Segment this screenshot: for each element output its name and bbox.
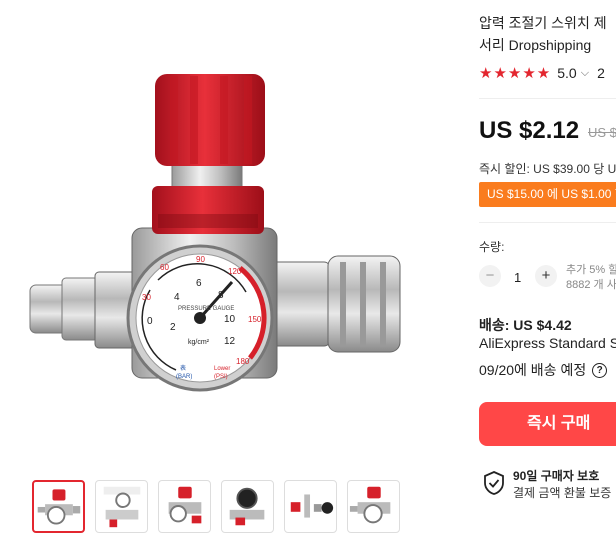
gauge-unit-text: kg/cm²	[188, 339, 210, 346]
help-icon[interactable]: ?	[592, 362, 608, 378]
quantity-minus-button[interactable]: −	[479, 265, 501, 287]
buyer-protection-subtitle: 결제 금액 환불 보증	[513, 486, 612, 500]
shield-check-icon	[484, 471, 504, 495]
gauge-psi-150: 150	[248, 315, 262, 324]
quantity-note-line-2: 8882 개 사	[566, 279, 616, 291]
gauge-label-12: 12	[224, 336, 236, 347]
quantity-label: 수량:	[479, 240, 505, 254]
divider	[479, 98, 616, 99]
divider	[479, 222, 616, 223]
quantity-plus-button[interactable]: +	[535, 265, 557, 287]
gauge-psi-180: 180	[236, 357, 250, 366]
gauge-label-2: 2	[170, 322, 176, 333]
main-product-image[interactable]: 0 2 4 6 8 10 12 30 60 90 120 150 180 PRE…	[0, 0, 468, 465]
buyer-protection-title: 90일 구매자 보호	[513, 469, 600, 483]
gauge-label-10: 10	[224, 314, 236, 325]
gauge-label-0: 0	[147, 316, 153, 327]
quantity-value[interactable]: 1	[514, 270, 521, 285]
product-title: 압력 조절기 스위치 제 서리 Dropshipping	[479, 12, 607, 56]
gauge-brand-text: PRESSURE GAUGE	[178, 306, 234, 312]
thumbnail-1-image	[37, 489, 81, 525]
product-title-line-2: 서리 Dropshipping	[479, 37, 592, 53]
gauge-right-caption-1: Lower	[214, 366, 230, 372]
gauge-left-caption-2: (BAR)	[176, 374, 192, 380]
shipping-method[interactable]: AliExpress Standard S	[479, 335, 616, 351]
rating-score: 5.0	[557, 65, 577, 81]
quantity-note: 추가 5% 할 8882 개 사	[566, 263, 616, 293]
thumbnail-4-image	[229, 487, 265, 526]
gauge-label-4: 4	[174, 292, 180, 303]
gauge-label-8: 8	[218, 290, 224, 301]
thumbnail-strip	[32, 480, 400, 533]
product-info-panel: 압력 조절기 스위치 제 서리 Dropshipping ★★★★★ 5.0 ⌵…	[479, 0, 616, 559]
gauge-psi-120: 120	[228, 267, 242, 276]
chevron-down-icon[interactable]: ⌵	[581, 67, 589, 80]
quantity-note-line-1: 추가 5% 할	[566, 264, 616, 276]
thumbnail-4[interactable]	[221, 480, 274, 533]
gauge-label-6: 6	[196, 278, 202, 289]
instant-discount-text: 즉시 할인: US $39.00 당 U	[479, 162, 616, 176]
thumbnail-5-image	[290, 494, 334, 518]
thumbnail-6-image	[349, 486, 391, 524]
thumbnail-3[interactable]	[158, 480, 211, 533]
gauge-right-caption-2: (PSI)	[214, 374, 228, 380]
shipping-cost: 배송: US $4.42	[479, 317, 572, 333]
product-title-line-1: 압력 조절기 스위치 제	[479, 15, 607, 31]
current-price: US $2.12	[479, 117, 580, 144]
gauge-psi-90: 90	[196, 255, 205, 264]
gauge-psi-30: 30	[142, 293, 151, 302]
rating-stars-icon: ★★★★★	[479, 65, 552, 82]
buy-now-button[interactable]: 즉시 구매	[479, 402, 616, 446]
thumbnail-3-image	[168, 486, 202, 524]
thumbnail-2[interactable]	[95, 480, 148, 533]
original-price: US $	[588, 125, 616, 140]
gauge-psi-60: 60	[160, 263, 169, 272]
review-count[interactable]: 2	[597, 65, 605, 81]
thumbnail-1[interactable]	[32, 480, 85, 533]
delivery-date: 09/20에 배송 예정 ?	[479, 360, 608, 380]
thumbnail-6[interactable]	[347, 480, 400, 533]
gauge-left-caption-1: 表	[180, 364, 186, 372]
thumbnail-2-image	[103, 486, 141, 528]
coupon-badge[interactable]: US $15.00 에 US $1.00 할	[479, 182, 616, 207]
delivery-date-text: 09/20에 배송 예정	[479, 362, 587, 378]
rating-row[interactable]: ★★★★★ 5.0 ⌵ 2	[479, 64, 605, 82]
thumbnail-5[interactable]	[284, 480, 337, 533]
pressure-regulator-image: 0 2 4 6 8 10 12 30 60 90 120 150 180 PRE…	[29, 74, 401, 392]
